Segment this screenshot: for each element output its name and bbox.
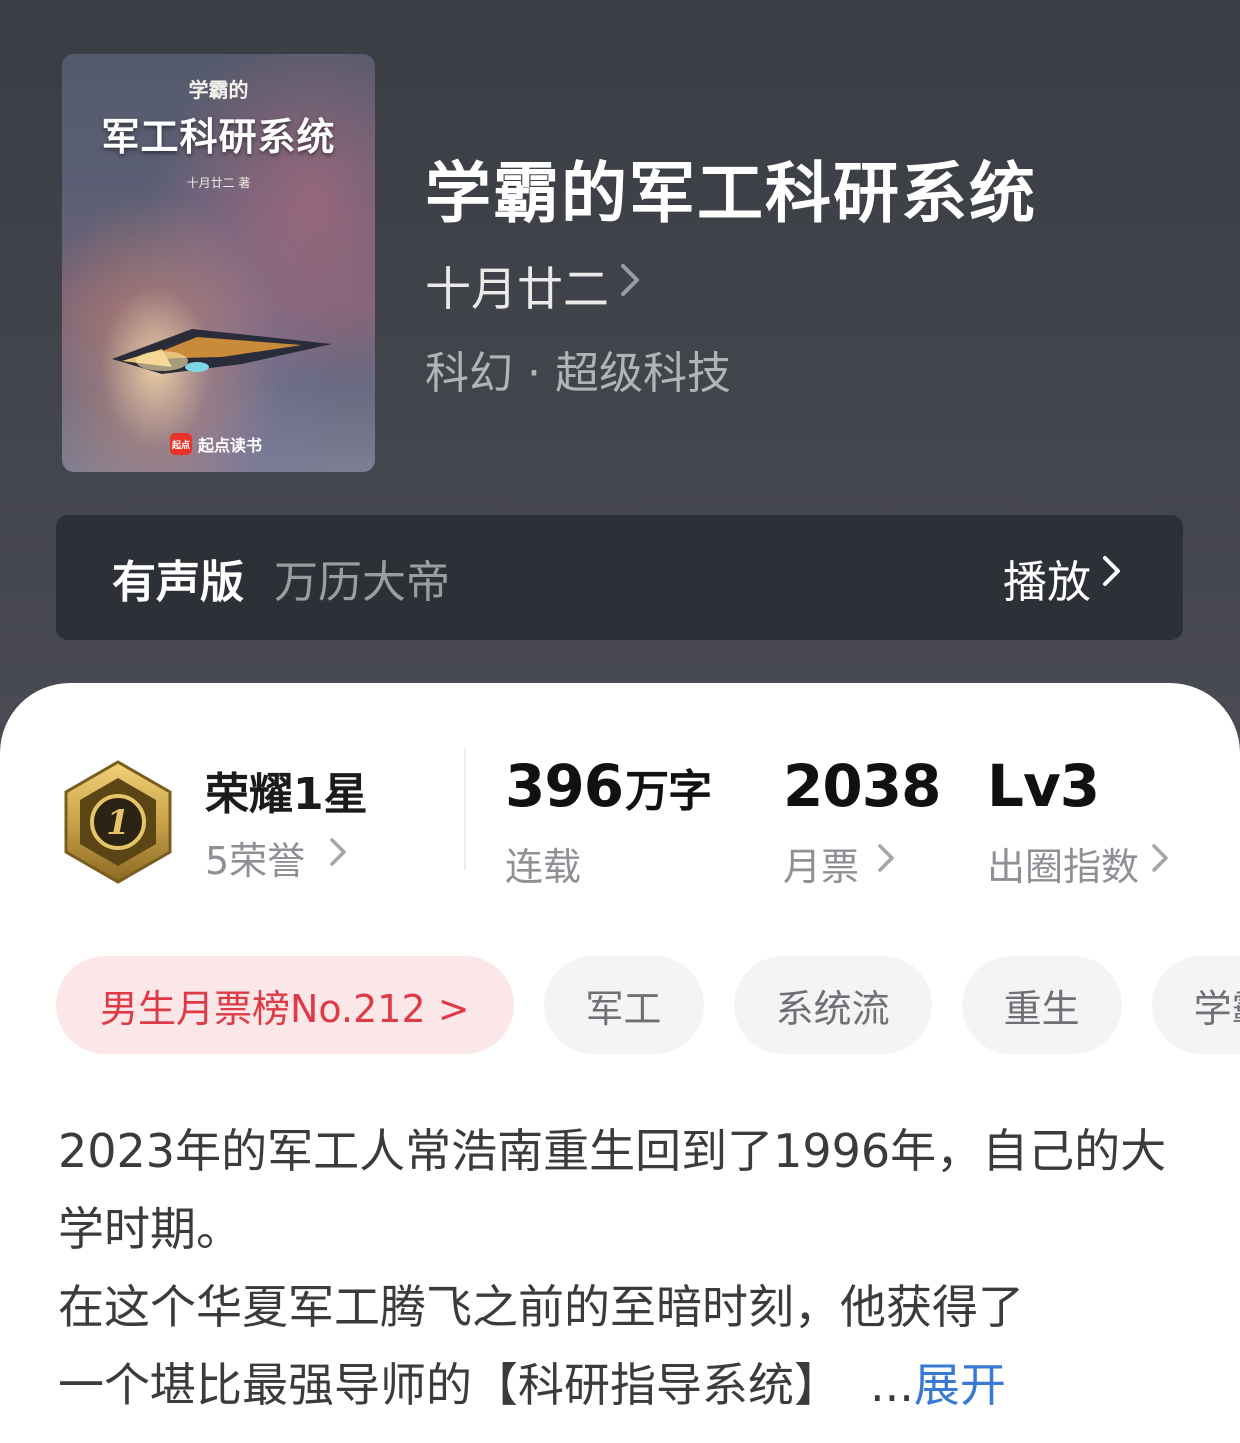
- chevron-right-icon: [877, 843, 895, 881]
- stat-value: 396: [505, 752, 624, 820]
- stat-popularity-index[interactable]: Lv3 出圈指数: [987, 752, 1169, 891]
- play-label: 播放: [1003, 556, 1091, 608]
- divider: [464, 748, 466, 870]
- stat-label: 月票: [783, 845, 860, 889]
- book-header: 学霸的 军工科研系统 十月廿二 著 起点 起点读书 学霸的军工科研系统 十月廿二…: [0, 0, 1240, 760]
- stat-value: 2038: [783, 752, 941, 820]
- stat-value: Lv3: [987, 752, 1100, 820]
- description-line: 一个堪比最强导师的【科研指导系统】: [58, 1358, 840, 1412]
- author-link[interactable]: 十月廿二: [425, 253, 641, 319]
- book-description: 2023年的军工人常浩南重生回到了1996年，自己的大学时期。 在这个华夏军工腾…: [58, 1112, 1178, 1424]
- tag-item[interactable]: 军工: [543, 956, 704, 1054]
- chevron-right-icon: [329, 837, 347, 875]
- cover-author: 十月廿二 著: [186, 176, 251, 190]
- tag-item[interactable]: 重生: [961, 956, 1122, 1054]
- book-cover[interactable]: 学霸的 军工科研系统 十月廿二 著 起点 起点读书: [62, 54, 375, 472]
- tag-list: 男生月票榜No.212 > 军工 系统流 重生 学霸: [56, 956, 1240, 1054]
- stat-monthly-votes[interactable]: 2038 月票: [783, 752, 941, 891]
- badge-number: 1: [106, 803, 130, 843]
- honor-badge-icon[interactable]: 1: [62, 760, 174, 884]
- play-button[interactable]: 播放: [1003, 546, 1123, 610]
- tag-item[interactable]: 学霸: [1151, 956, 1240, 1054]
- honor-link[interactable]: 5荣誉: [205, 830, 347, 885]
- honor-title: 荣耀1星: [205, 769, 368, 820]
- tag-rank[interactable]: 男生月票榜No.212 >: [56, 956, 514, 1054]
- book-genre[interactable]: 科幻 · 超级科技: [425, 337, 731, 401]
- description-line: 在这个华夏军工腾飞之前的至暗时刻，他获得了: [58, 1280, 1024, 1334]
- stat-unit: 万字: [625, 766, 712, 817]
- cover-brand: 起点 起点读书: [170, 432, 262, 456]
- audio-label: 有声版: [112, 556, 244, 608]
- chevron-right-icon: [1151, 843, 1169, 881]
- chevron-right-icon: [619, 262, 641, 307]
- cover-brand-label: 起点读书: [198, 436, 263, 455]
- stat-label: 连载: [505, 845, 582, 889]
- cover-subtitle: 学霸的: [188, 78, 249, 102]
- audio-narrator: 万历大帝: [274, 556, 450, 608]
- spaceship-illustration: [112, 329, 332, 374]
- description-line: 2023年的军工人常浩南重生回到了1996年，自己的大学时期。: [58, 1124, 1167, 1256]
- brand-logo-icon: 起点: [170, 433, 192, 455]
- author-name: 十月廿二: [425, 262, 609, 316]
- cover-title: 军工科研系统: [101, 115, 336, 159]
- book-title: 学霸的军工科研系统: [425, 154, 1037, 232]
- chevron-right-icon: [1101, 553, 1123, 598]
- honor-subtitle: 5荣誉: [205, 839, 306, 883]
- stat-word-count: 396 万字 连载: [505, 752, 712, 891]
- expand-link[interactable]: 展开: [914, 1346, 1006, 1424]
- tag-item[interactable]: 系统流: [733, 956, 932, 1054]
- audio-version-bar[interactable]: 有声版 万历大帝 播放: [56, 515, 1183, 640]
- stat-label: 出圈指数: [987, 845, 1140, 889]
- ellipsis: ...: [870, 1358, 914, 1412]
